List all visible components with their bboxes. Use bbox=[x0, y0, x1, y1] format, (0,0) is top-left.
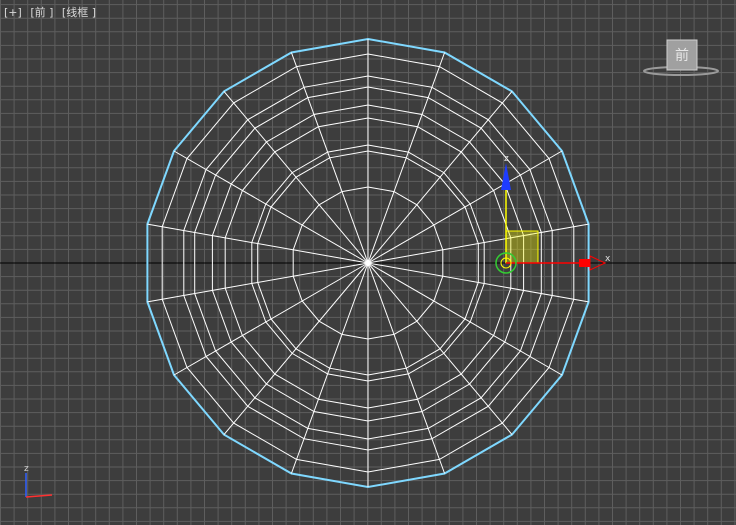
viewport-front[interactable]: z x z [+] [前 ] [线框 ] 前 bbox=[0, 0, 736, 525]
tripod-z-label: z bbox=[24, 464, 29, 474]
mesh-spoke bbox=[367, 262, 446, 474]
viewcube-face-label: 前 bbox=[675, 47, 689, 64]
viewport-label-menu: [+] [前 ] [线框 ] bbox=[4, 4, 101, 20]
gizmo-x-arrow-box[interactable] bbox=[579, 259, 590, 267]
gizmo-xz-plane-handle[interactable] bbox=[505, 230, 539, 264]
viewport-canvas[interactable]: z x z bbox=[0, 0, 736, 525]
mesh-spoke bbox=[290, 52, 369, 264]
viewport-general-menu[interactable]: [+] bbox=[4, 6, 22, 19]
mesh-spoke bbox=[367, 52, 446, 264]
gizmo-x-label: x bbox=[605, 254, 611, 264]
viewport-view-menu[interactable]: [前 ] bbox=[30, 6, 53, 19]
viewport-shading-menu[interactable]: [线框 ] bbox=[62, 6, 96, 19]
gizmo-z-arrow[interactable] bbox=[501, 163, 511, 190]
mesh-spoke bbox=[290, 262, 369, 474]
tripod-x-axis bbox=[25, 494, 53, 498]
gizmo-z-label: z bbox=[504, 154, 509, 164]
viewcube-icon[interactable]: 前 bbox=[640, 38, 720, 82]
